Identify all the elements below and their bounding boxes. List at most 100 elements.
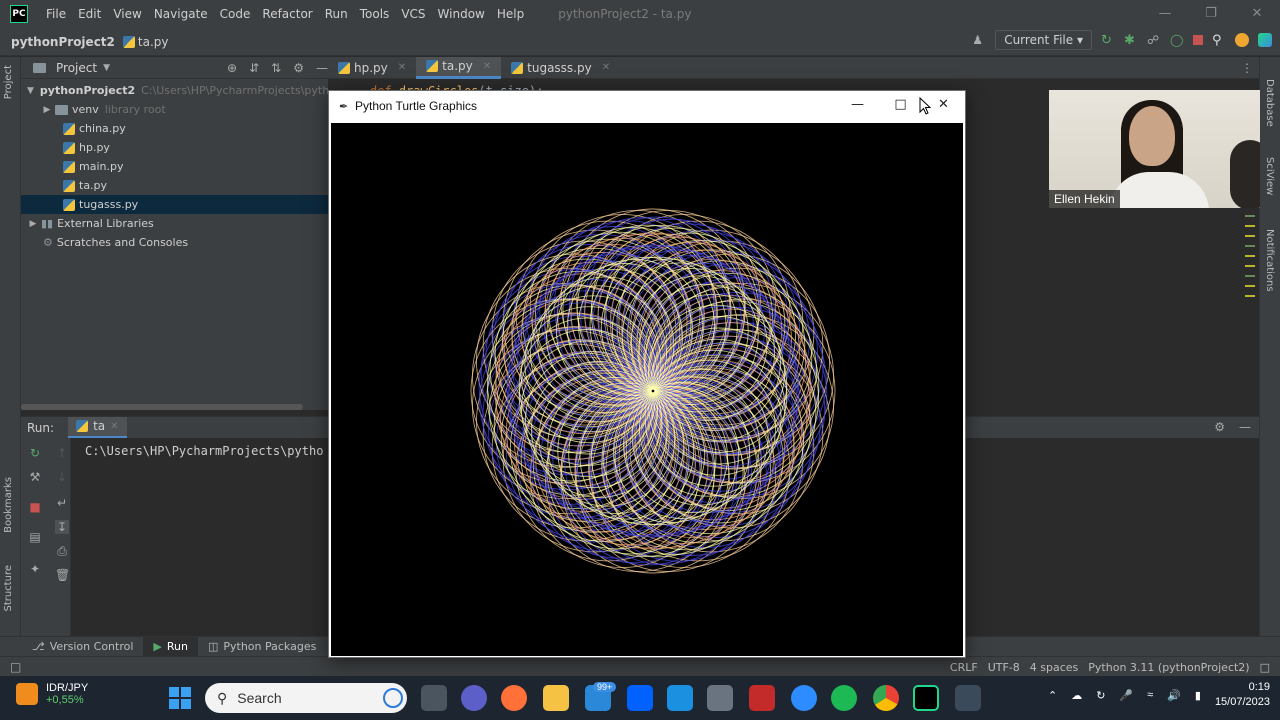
expand-all-icon[interactable]: ⇵ [249,61,259,75]
clock[interactable]: 0:19 15/07/2023 [1215,680,1270,710]
close-tab-icon[interactable]: ✕ [110,421,118,432]
spotify-icon[interactable] [831,685,857,711]
tool-tab-run[interactable]: ▶ Run [143,636,198,657]
rerun-icon[interactable]: ↻ [1101,33,1115,48]
menu-edit[interactable]: Edit [72,0,107,28]
scroll-to-end-icon[interactable]: ↧ [55,520,69,534]
sync-icon[interactable]: ↻ [1096,689,1105,702]
close-tab-icon[interactable]: ✕ [483,61,491,72]
menu-help[interactable]: Help [491,0,530,28]
coverage-icon[interactable]: ☍ [1147,33,1161,47]
pin-icon[interactable]: ✦ [28,562,42,576]
search-icon[interactable]: ⚲ [1212,33,1226,48]
hide-icon[interactable]: — [1239,420,1251,434]
collapse-all-icon[interactable]: ⇅ [271,61,281,75]
teams-icon[interactable] [461,685,487,711]
menu-file[interactable]: File [40,0,72,28]
expanded-arrow-icon[interactable]: ▼ [27,86,34,96]
taskbar-search[interactable]: ⚲ Search [205,683,407,713]
menu-code[interactable]: Code [214,0,257,28]
file-explorer-icon[interactable] [543,685,569,711]
tree-item-main-py[interactable]: main.py [21,157,328,176]
task-view-icon[interactable] [421,685,447,711]
close-icon[interactable]: ✕ [1234,0,1280,28]
tab-hp-py[interactable]: hp.py ✕ [328,57,416,79]
wrench-icon[interactable]: ⚒ [28,470,42,484]
hide-icon[interactable]: — [316,61,328,75]
menu-window[interactable]: Window [432,0,491,28]
horizontal-scrollbar[interactable] [21,404,303,410]
close-tab-icon[interactable]: ✕ [398,62,406,73]
tree-item-china-py[interactable]: china.py [21,119,328,138]
wifi-icon[interactable]: ≈ [1147,689,1153,701]
chevron-down-icon[interactable]: ▼ [103,63,110,73]
status-layout-icon[interactable]: □ [10,660,21,674]
side-tab-structure[interactable]: Structure [3,565,14,612]
menu-tools[interactable]: Tools [354,0,396,28]
zoom-icon[interactable] [791,685,817,711]
updates-icon[interactable] [1235,33,1249,47]
indent-setting[interactable]: 4 spaces [1030,661,1079,674]
project-panel-title[interactable]: Project [56,61,97,75]
side-tab-database[interactable]: Database [1264,79,1275,127]
tree-item-project-root[interactable]: ▼ pythonProject2 C:\Users\HP\PycharmProj… [21,81,328,100]
stop-icon[interactable]: ■ [28,500,42,514]
minimize-icon[interactable]: — [836,91,879,121]
windows-start-icon[interactable] [169,687,191,709]
more-tabs-icon[interactable]: ⋮ [1241,61,1253,75]
stock-widget[interactable]: IDR/JPY +0,55% [16,682,88,706]
lock-icon[interactable]: □ [1260,661,1270,674]
user-icon[interactable]: ♟ [972,33,986,47]
tree-item-external-libraries[interactable]: ▶ ▮▮ External Libraries [21,214,328,233]
tree-item-ta-py[interactable]: ta.py [21,176,328,195]
side-tab-notifications[interactable]: Notifications [1264,229,1275,292]
minimize-icon[interactable]: — [1142,0,1188,28]
firefox-icon[interactable] [501,685,527,711]
profile-icon[interactable]: ◯ [1170,33,1184,47]
side-tab-project[interactable]: Project [3,65,14,99]
collapsed-arrow-icon[interactable]: ▶ [41,105,53,115]
rerun-icon[interactable]: ↻ [28,446,42,460]
tool-tab-python-packages[interactable]: ◫ Python Packages [198,637,326,657]
stop-icon[interactable] [1193,35,1203,45]
up-arrow-icon[interactable]: ↑ [55,446,69,460]
battery-icon[interactable]: ▮ [1195,689,1201,702]
menu-view[interactable]: View [107,0,147,28]
tree-item-scratches[interactable]: ⚙ Scratches and Consoles [21,233,328,252]
gear-icon[interactable]: ⚙ [1214,420,1225,434]
breadcrumb-file[interactable]: ta.py [122,35,168,49]
down-arrow-icon[interactable]: ↓ [55,470,69,484]
store-icon[interactable] [667,685,693,711]
side-tab-bookmarks[interactable]: Bookmarks [3,477,14,533]
tool-tab-version-control[interactable]: ⎇ Version Control [22,637,143,657]
onedrive-icon[interactable]: ☁ [1071,689,1082,702]
locate-icon[interactable]: ⊕ [227,61,237,75]
soft-wrap-icon[interactable]: ↵ [55,496,69,510]
console-output[interactable]: C:\Users\HP\PycharmProjects\pytho [85,444,323,458]
python-taskbar-icon[interactable] [955,685,981,711]
menu-vcs[interactable]: VCS [395,0,431,28]
menu-run[interactable]: Run [319,0,354,28]
chevron-up-icon[interactable]: ⌃ [1048,689,1057,702]
layout-icon[interactable]: ▤ [28,530,42,544]
camera-icon[interactable] [707,685,733,711]
tab-ta-py[interactable]: ta.py ✕ [416,56,502,79]
plugin-icon[interactable] [1258,33,1272,47]
turtle-title-bar[interactable]: ✒ Python Turtle Graphics — □ ✕ [329,91,965,121]
file-encoding[interactable]: UTF-8 [988,661,1020,674]
chrome-icon[interactable] [873,685,899,711]
pycharm-taskbar-icon[interactable] [913,685,939,711]
debug-icon[interactable]: ✱ [1124,33,1138,48]
turtle-canvas[interactable] [331,123,963,656]
python-interpreter[interactable]: Python 3.11 (pythonProject2) [1088,661,1249,674]
menu-navigate[interactable]: Navigate [148,0,214,28]
gear-icon[interactable]: ⚙ [293,61,304,75]
mendeley-icon[interactable] [749,685,775,711]
tree-item-venv[interactable]: ▶ venv library root [21,100,328,119]
turtle-window[interactable]: ✒ Python Turtle Graphics — □ ✕ [328,90,966,658]
tab-tugasss-py[interactable]: tugasss.py ✕ [501,57,620,79]
trash-icon[interactable]: 🗑 [55,568,70,582]
menu-refactor[interactable]: Refactor [256,0,318,28]
run-tab-ta[interactable]: ta ✕ [68,416,127,439]
collapsed-arrow-icon[interactable]: ▶ [27,219,39,229]
